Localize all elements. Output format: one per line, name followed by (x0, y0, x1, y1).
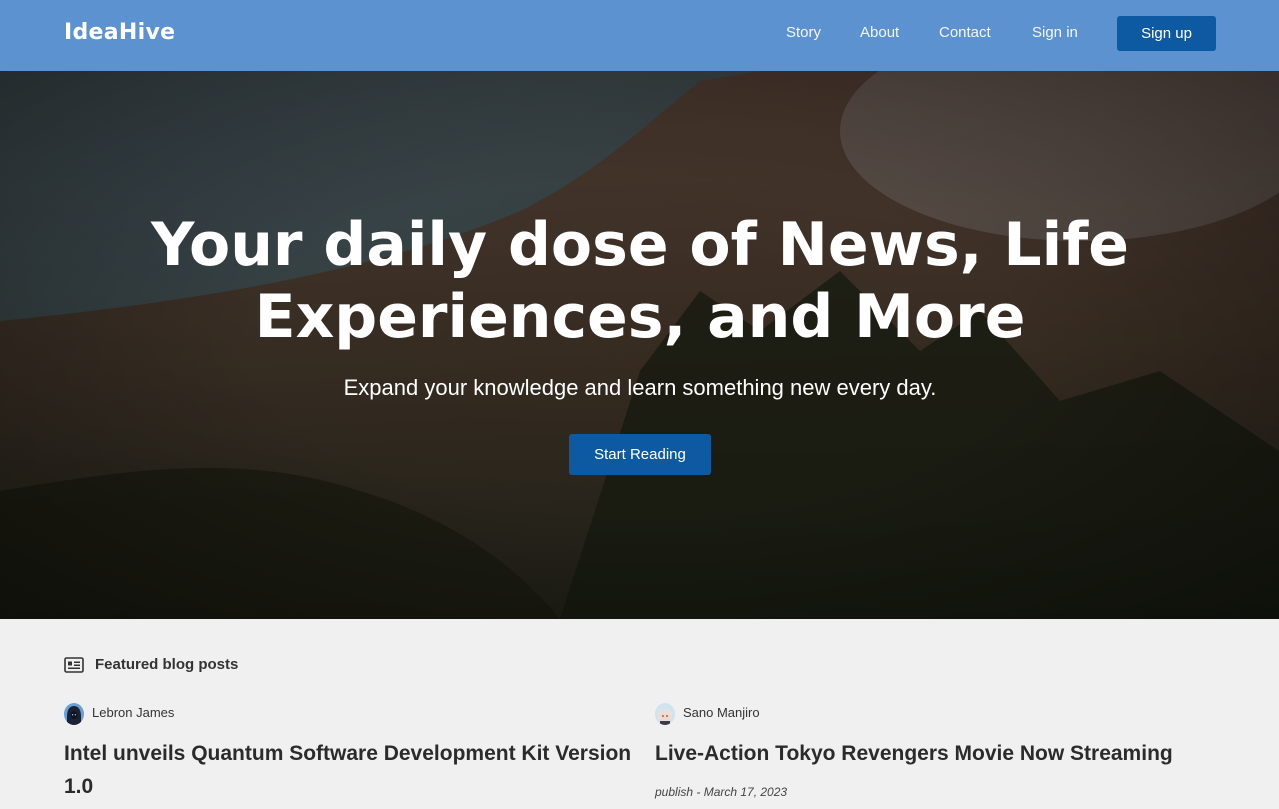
hero-title-line-2: Experiences, and More (254, 282, 1026, 352)
author-name[interactable]: Sano Manjiro (683, 705, 760, 720)
nav-link-contact[interactable]: Contact (939, 24, 991, 41)
hero-title-line-1: Your daily dose of News, Life (151, 210, 1129, 280)
featured-label: Featured blog posts (95, 656, 239, 673)
hero-title: Your daily dose of News, Life Experience… (140, 209, 1140, 353)
author-avatar (64, 703, 84, 725)
brand-logo[interactable]: IdeaHive (64, 20, 175, 45)
avatar-hooded-icon (64, 703, 84, 725)
post-title[interactable]: Live-Action Tokyo Revengers Movie Now St… (655, 737, 1225, 770)
hero-section: Your daily dose of News, Life Experience… (0, 71, 1279, 619)
author-avatar (655, 703, 675, 725)
nav-link-story[interactable]: Story (786, 24, 821, 41)
nav-link-sign-in[interactable]: Sign in (1032, 24, 1078, 41)
sign-up-button[interactable]: Sign up (1117, 16, 1216, 51)
author-name[interactable]: Lebron James (92, 705, 174, 720)
publish-date: publish - March 17, 2023 (655, 785, 788, 799)
post-title[interactable]: Intel unveils Quantum Software Developme… (64, 737, 634, 803)
avatar-anime-icon (655, 703, 675, 725)
hero-subtitle: Expand your knowledge and learn somethin… (343, 375, 937, 400)
navbar: IdeaHive Story About Contact Sign in Sig… (0, 0, 1279, 71)
start-reading-button[interactable]: Start Reading (569, 434, 711, 475)
nav-link-about[interactable]: About (860, 24, 899, 41)
newspaper-icon (64, 657, 84, 673)
